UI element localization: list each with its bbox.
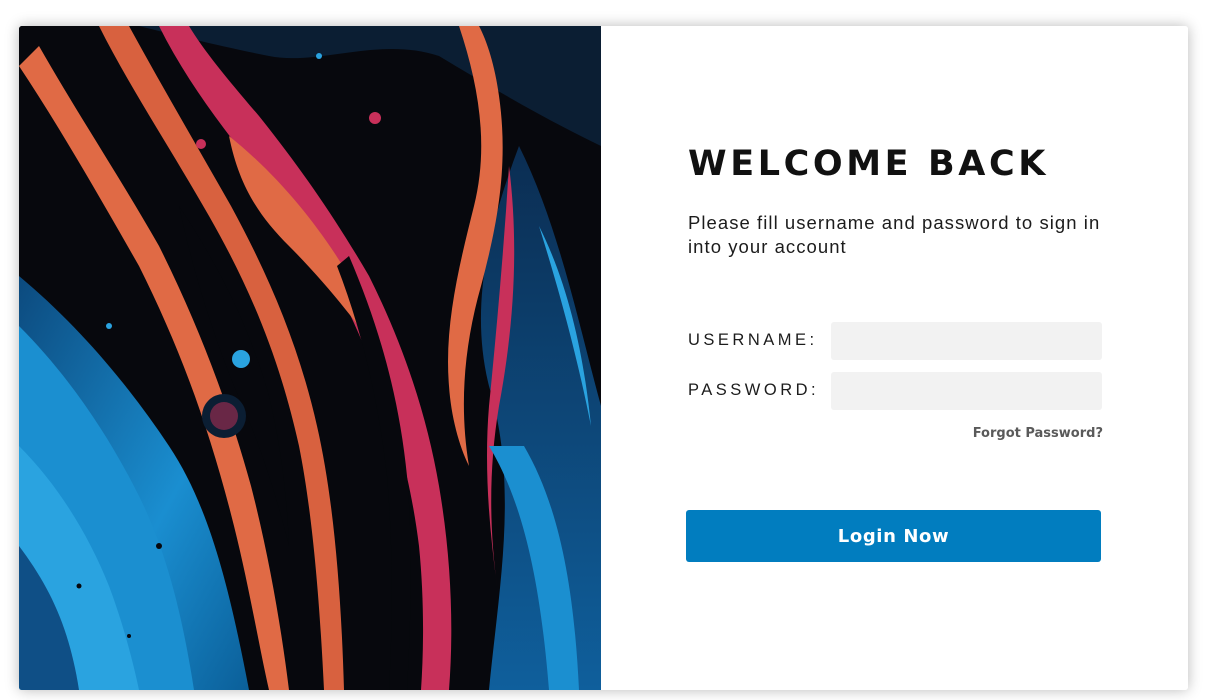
login-instructions: Please fill username and password to sig…: [688, 212, 1101, 257]
password-label: PASSWORD:: [688, 381, 820, 399]
forgot-password-link[interactable]: Forgot Password?: [973, 426, 1103, 441]
login-button[interactable]: Login Now: [686, 510, 1101, 562]
page-title: WELCOME BACK: [688, 144, 1049, 184]
abstract-art-image: [19, 26, 601, 690]
username-label: USERNAME:: [688, 331, 818, 349]
login-panel: WELCOME BACK Please fill username and pa…: [601, 26, 1188, 690]
abstract-art-graphic: [19, 26, 601, 690]
username-input[interactable]: [831, 322, 1102, 360]
password-input[interactable]: [831, 372, 1102, 410]
login-card: WELCOME BACK Please fill username and pa…: [19, 26, 1188, 690]
